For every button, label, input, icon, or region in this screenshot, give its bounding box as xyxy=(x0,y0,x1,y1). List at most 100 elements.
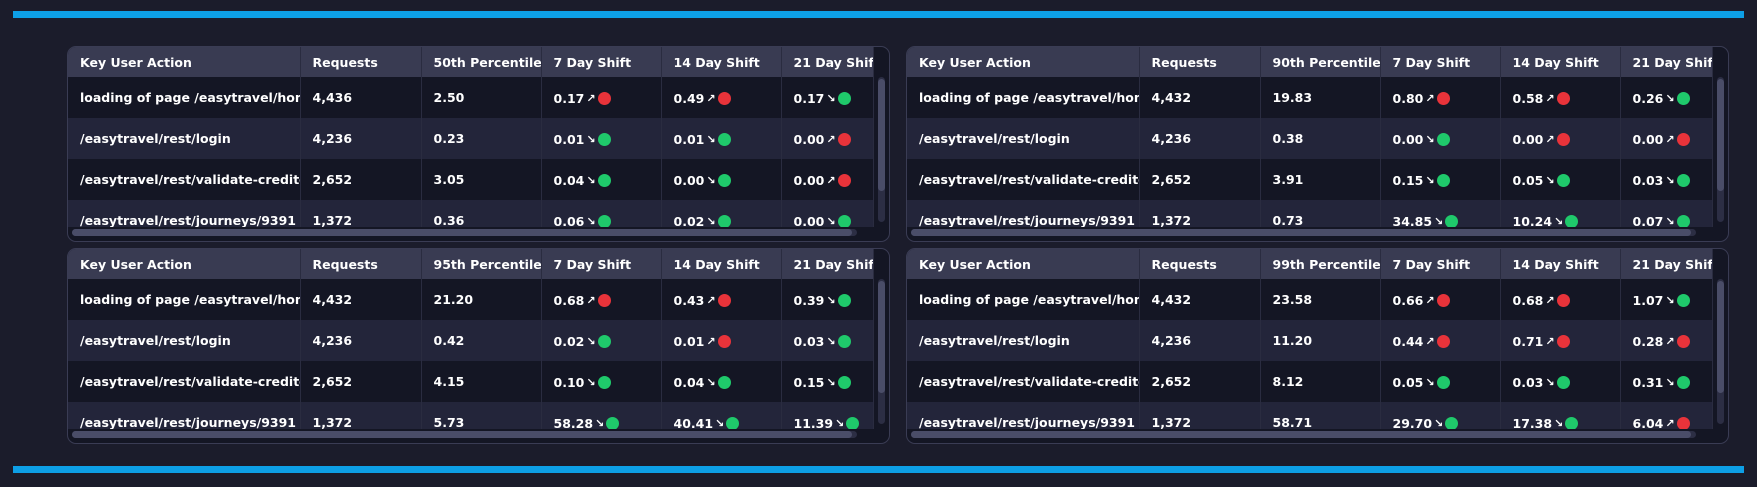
arrow-down-right-icon: ↘ xyxy=(1425,173,1435,187)
horizontal-scrollbar-thumb[interactable] xyxy=(911,229,1691,236)
arrow-up-right-icon: ↗ xyxy=(1425,293,1435,307)
table-row[interactable]: /easytravel/rest/journeys/9391 1,372 0.73 3… xyxy=(907,200,1713,228)
column-header-21-day-shift[interactable]: 21 Day Shift xyxy=(781,47,874,77)
column-header-percentile[interactable]: 50th Percentile xyxy=(421,47,542,77)
column-header-percentile[interactable]: 90th Percentile xyxy=(1260,47,1381,77)
shift-value: 1.07 xyxy=(1632,292,1664,308)
vertical-scrollbar[interactable] xyxy=(1717,279,1724,424)
status-dot-icon xyxy=(717,214,731,227)
horizontal-scrollbar[interactable] xyxy=(911,431,1696,438)
shift-value: 0.04 xyxy=(553,172,585,188)
column-header-requests[interactable]: Requests xyxy=(300,47,422,77)
vertical-scrollbar[interactable] xyxy=(1717,77,1724,222)
cell-percentile: 0.42 xyxy=(421,320,542,361)
table-row[interactable]: /easytravel/rest/journeys/9391 1,372 58.71… xyxy=(907,402,1713,430)
table-row[interactable]: loading of page /easytravel/home 4,432 21.… xyxy=(68,279,874,320)
column-header-7-day-shift[interactable]: 7 Day Shift xyxy=(1380,47,1501,77)
column-header-action[interactable]: Key User Action xyxy=(68,47,301,77)
column-header-14-day-shift[interactable]: 14 Day Shift xyxy=(1500,47,1621,77)
header-row: Key User Action Requests 99th Percentile 7 … xyxy=(907,249,1713,279)
table-row[interactable]: loading of page /easytravel/home 4,436 2.5… xyxy=(68,77,874,118)
status-dot-icon xyxy=(597,91,611,105)
horizontal-scrollbar-thumb[interactable] xyxy=(72,229,852,236)
column-header-7-day-shift[interactable]: 7 Day Shift xyxy=(1380,249,1501,279)
table-viewport[interactable]: Key User Action Requests 90th Percentile 7 … xyxy=(907,47,1722,227)
shift-value: 0.03 xyxy=(1512,374,1544,390)
cell-21-day-shift: 0.00 ↗ xyxy=(781,159,874,200)
shift-value: 17.38 xyxy=(1512,415,1553,430)
table-row[interactable]: /easytravel/rest/validate-creditcard2,65… xyxy=(68,159,874,200)
horizontal-scrollbar[interactable] xyxy=(72,229,857,236)
shift-value: 0.00 xyxy=(793,213,825,228)
table-panel-p90: Key User Action Requests 90th Percentile 7 … xyxy=(906,46,1729,242)
arrow-down-right-icon: ↘ xyxy=(826,214,836,228)
column-header-requests[interactable]: Requests xyxy=(300,249,422,279)
column-header-21-day-shift[interactable]: 21 Day Shift xyxy=(1620,249,1713,279)
table-viewport[interactable]: Key User Action Requests 99th Percentile 7 … xyxy=(907,249,1722,429)
shift-value: 0.00 xyxy=(793,131,825,147)
cell-percentile: 19.83 xyxy=(1260,77,1381,118)
vertical-scrollbar[interactable] xyxy=(878,77,885,222)
column-header-21-day-shift[interactable]: 21 Day Shift xyxy=(1620,47,1713,77)
column-header-requests[interactable]: Requests xyxy=(1139,249,1261,279)
column-header-requests[interactable]: Requests xyxy=(1139,47,1261,77)
cell-14-day-shift: 0.02 ↘ xyxy=(661,200,782,228)
cell-requests: 4,236 xyxy=(1139,320,1261,361)
cell-7-day-shift: 0.01 ↘ xyxy=(541,118,662,159)
table-row[interactable]: /easytravel/rest/validate-creditcard2,65… xyxy=(907,361,1713,402)
vertical-scrollbar[interactable] xyxy=(878,279,885,424)
arrow-up-right-icon: ↗ xyxy=(586,91,596,105)
table-row[interactable]: /easytravel/rest/journeys/9391 1,372 0.36 0… xyxy=(68,200,874,228)
column-header-21-day-shift[interactable]: 21 Day Shift xyxy=(781,249,874,279)
vertical-scrollbar-thumb[interactable] xyxy=(878,79,885,191)
column-header-7-day-shift[interactable]: 7 Day Shift xyxy=(541,249,662,279)
table-viewport[interactable]: Key User Action Requests 50th Percentile 7 … xyxy=(68,47,883,227)
vertical-scrollbar-thumb[interactable] xyxy=(878,281,885,393)
cell-percentile: 11.20 xyxy=(1260,320,1381,361)
table-row[interactable]: /easytravel/rest/validate-creditcard2,65… xyxy=(907,159,1713,200)
cell-requests: 2,652 xyxy=(1139,159,1261,200)
arrow-down-right-icon: ↘ xyxy=(715,416,725,430)
table-row[interactable]: /easytravel/rest/login 4,236 0.42 0.02 ↘ 0.01… xyxy=(68,320,874,361)
column-header-action[interactable]: Key User Action xyxy=(68,249,301,279)
status-dot-icon xyxy=(837,173,851,187)
arrow-down-right-icon: ↘ xyxy=(826,91,836,105)
column-header-action[interactable]: Key User Action xyxy=(907,47,1140,77)
arrow-down-right-icon: ↘ xyxy=(706,173,716,187)
table-row[interactable]: loading of page /easytravel/home 4,432 23.… xyxy=(907,279,1713,320)
table-row[interactable]: /easytravel/rest/login 4,236 11.20 0.44 ↗ 0.7… xyxy=(907,320,1713,361)
horizontal-scrollbar[interactable] xyxy=(911,229,1696,236)
column-header-14-day-shift[interactable]: 14 Day Shift xyxy=(1500,249,1621,279)
table-row[interactable]: /easytravel/rest/login 4,236 0.38 0.00 ↘ 0.00… xyxy=(907,118,1713,159)
cell-14-day-shift: 17.38 ↘ xyxy=(1500,402,1621,430)
column-header-7-day-shift[interactable]: 7 Day Shift xyxy=(541,47,662,77)
cell-21-day-shift: 0.17 ↘ xyxy=(781,77,874,118)
horizontal-scrollbar-thumb[interactable] xyxy=(911,431,1691,438)
cell-percentile: 4.15 xyxy=(421,361,542,402)
column-header-action[interactable]: Key User Action xyxy=(907,249,1140,279)
shift-value: 0.07 xyxy=(1632,213,1664,228)
table-row[interactable]: /easytravel/rest/journeys/9391 1,372 5.73 5… xyxy=(68,402,874,430)
arrow-down-right-icon: ↘ xyxy=(706,214,716,228)
table-row[interactable]: /easytravel/rest/validate-creditcard2,65… xyxy=(68,361,874,402)
cell-7-day-shift: 0.44 ↗ xyxy=(1380,320,1501,361)
table-row[interactable]: /easytravel/rest/login 4,236 0.23 0.01 ↘ 0.01… xyxy=(68,118,874,159)
cell-7-day-shift: 34.85 ↘ xyxy=(1380,200,1501,227)
cell-21-day-shift: 0.03 ↘ xyxy=(1620,159,1713,200)
table-viewport[interactable]: Key User Action Requests 95th Percentile 7 … xyxy=(68,249,883,429)
column-header-percentile[interactable]: 99th Percentile xyxy=(1260,249,1381,279)
horizontal-scrollbar-thumb[interactable] xyxy=(72,431,852,438)
arrow-up-right-icon: ↗ xyxy=(706,334,716,348)
column-header-14-day-shift[interactable]: 14 Day Shift xyxy=(661,47,782,77)
cell-21-day-shift: 0.00 ↘ xyxy=(781,200,874,228)
horizontal-scrollbar[interactable] xyxy=(72,431,857,438)
vertical-scrollbar-thumb[interactable] xyxy=(1717,79,1724,191)
vertical-scrollbar-thumb[interactable] xyxy=(1717,281,1724,393)
arrow-up-right-icon: ↗ xyxy=(826,173,836,187)
column-header-14-day-shift[interactable]: 14 Day Shift xyxy=(661,249,782,279)
column-header-percentile[interactable]: 95th Percentile xyxy=(421,249,542,279)
table-row[interactable]: loading of page /easytravel/home 4,432 19.… xyxy=(907,77,1713,118)
status-dot-icon xyxy=(837,293,851,307)
shift-value: 0.17 xyxy=(553,90,585,106)
status-dot-icon xyxy=(1436,173,1450,187)
